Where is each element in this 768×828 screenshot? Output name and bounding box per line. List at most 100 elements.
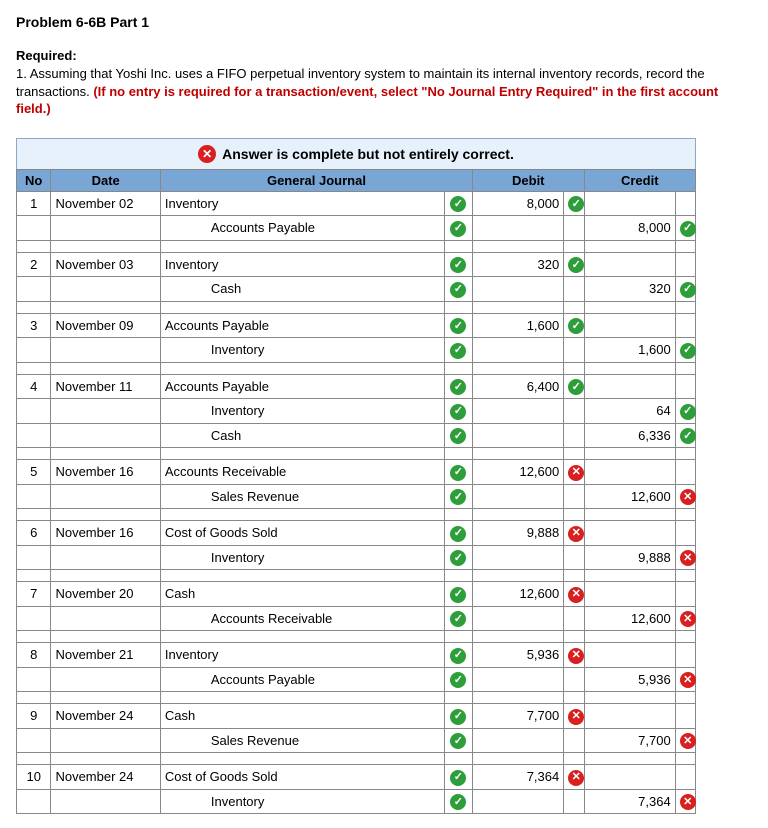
cell-debit[interactable] (473, 216, 564, 241)
cell-date[interactable] (51, 545, 160, 570)
cell-account[interactable]: Sales Revenue (160, 728, 444, 753)
cell-debit[interactable] (473, 277, 564, 302)
cell-no: 4 (17, 374, 51, 399)
cell-date[interactable]: November 16 (51, 460, 160, 485)
cell-debit[interactable]: 320 (473, 252, 564, 277)
cell-debit[interactable] (473, 789, 564, 814)
cell-date[interactable] (51, 277, 160, 302)
cell-credit-mark (675, 667, 695, 692)
cell-date[interactable]: November 24 (51, 765, 160, 790)
cell-account[interactable]: Inventory (160, 191, 444, 216)
cell-debit[interactable] (473, 606, 564, 631)
cell-account[interactable]: Cost of Goods Sold (160, 765, 444, 790)
cell-account[interactable]: Cash (160, 423, 444, 448)
cell-date[interactable]: November 24 (51, 704, 160, 729)
cell-account-mark (444, 582, 472, 607)
cell-date[interactable] (51, 606, 160, 631)
cell-debit[interactable] (473, 728, 564, 753)
cell-date[interactable] (51, 484, 160, 509)
cell-account[interactable]: Accounts Payable (160, 374, 444, 399)
cell-account[interactable]: Cash (160, 582, 444, 607)
cell-debit[interactable]: 5,936 (473, 643, 564, 668)
cell-credit[interactable]: 6,336 (584, 423, 675, 448)
cell-credit[interactable] (584, 191, 675, 216)
cell-date[interactable] (51, 423, 160, 448)
cell-debit[interactable]: 6,400 (473, 374, 564, 399)
cell-credit[interactable]: 7,364 (584, 789, 675, 814)
cell-account[interactable]: Inventory (160, 252, 444, 277)
cell-debit[interactable]: 1,600 (473, 313, 564, 338)
cell-date[interactable]: November 03 (51, 252, 160, 277)
cell-debit[interactable] (473, 399, 564, 424)
cell-credit[interactable] (584, 521, 675, 546)
cell-credit[interactable] (584, 374, 675, 399)
cell-credit[interactable]: 64 (584, 399, 675, 424)
cell-credit[interactable] (584, 765, 675, 790)
cell-debit[interactable] (473, 338, 564, 363)
cell-account[interactable]: Cash (160, 277, 444, 302)
cell-date[interactable] (51, 216, 160, 241)
cell-debit[interactable] (473, 545, 564, 570)
cell-account[interactable]: Inventory (160, 399, 444, 424)
cell-credit[interactable] (584, 704, 675, 729)
col-date: Date (51, 169, 160, 191)
cell-no (17, 667, 51, 692)
check-icon (450, 770, 466, 786)
cell-account[interactable]: Cash (160, 704, 444, 729)
cell-account[interactable]: Inventory (160, 789, 444, 814)
cell-account-mark (444, 704, 472, 729)
cell-date[interactable] (51, 667, 160, 692)
cell-account[interactable]: Sales Revenue (160, 484, 444, 509)
cell-date[interactable]: November 02 (51, 191, 160, 216)
cell-date[interactable] (51, 789, 160, 814)
cell-date[interactable]: November 16 (51, 521, 160, 546)
cell-debit[interactable] (473, 484, 564, 509)
cell-date[interactable]: November 20 (51, 582, 160, 607)
check-icon (568, 318, 584, 334)
cell-date[interactable] (51, 399, 160, 424)
cell-debit[interactable]: 12,600 (473, 460, 564, 485)
check-icon (568, 257, 584, 273)
cell-credit[interactable]: 5,936 (584, 667, 675, 692)
cell-account[interactable]: Accounts Receivable (160, 460, 444, 485)
cell-date[interactable] (51, 728, 160, 753)
cell-debit[interactable]: 7,364 (473, 765, 564, 790)
cell-no (17, 277, 51, 302)
cell-account[interactable]: Accounts Payable (160, 313, 444, 338)
journal-row: Cash 6,336 (17, 423, 696, 448)
cell-credit-mark (675, 789, 695, 814)
cell-credit[interactable]: 12,600 (584, 484, 675, 509)
cell-credit[interactable]: 9,888 (584, 545, 675, 570)
cell-credit-mark (675, 277, 695, 302)
cell-account[interactable]: Cost of Goods Sold (160, 521, 444, 546)
cell-credit[interactable]: 1,600 (584, 338, 675, 363)
cell-credit[interactable]: 8,000 (584, 216, 675, 241)
cell-date[interactable]: November 11 (51, 374, 160, 399)
journal-row: Inventory 7,364 (17, 789, 696, 814)
cell-debit[interactable]: 7,700 (473, 704, 564, 729)
cell-date[interactable]: November 21 (51, 643, 160, 668)
cell-account[interactable]: Accounts Payable (160, 667, 444, 692)
cell-credit[interactable] (584, 643, 675, 668)
cell-credit[interactable] (584, 313, 675, 338)
cell-account[interactable]: Inventory (160, 338, 444, 363)
cell-credit[interactable]: 12,600 (584, 606, 675, 631)
cell-date[interactable]: November 09 (51, 313, 160, 338)
spacer-row (17, 570, 696, 582)
cell-credit[interactable] (584, 582, 675, 607)
cell-date[interactable] (51, 338, 160, 363)
cell-account[interactable]: Inventory (160, 643, 444, 668)
check-icon (450, 196, 466, 212)
cell-debit[interactable] (473, 667, 564, 692)
cell-debit[interactable]: 8,000 (473, 191, 564, 216)
cell-debit[interactable]: 9,888 (473, 521, 564, 546)
cell-account[interactable]: Accounts Payable (160, 216, 444, 241)
cell-account[interactable]: Inventory (160, 545, 444, 570)
cell-credit[interactable]: 7,700 (584, 728, 675, 753)
cell-account[interactable]: Accounts Receivable (160, 606, 444, 631)
cell-credit[interactable] (584, 460, 675, 485)
cell-debit[interactable]: 12,600 (473, 582, 564, 607)
cell-credit[interactable] (584, 252, 675, 277)
cell-credit[interactable]: 320 (584, 277, 675, 302)
cell-debit[interactable] (473, 423, 564, 448)
